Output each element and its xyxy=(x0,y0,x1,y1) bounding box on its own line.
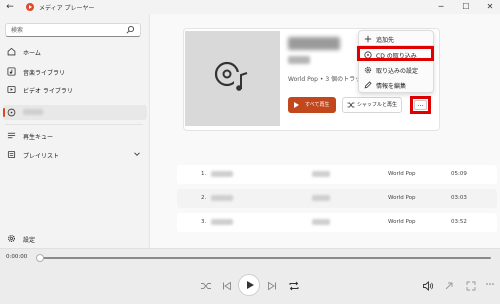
cd-icon xyxy=(7,108,16,117)
track-duration: 03:52 xyxy=(451,219,467,225)
mini-player-icon[interactable] xyxy=(443,280,455,292)
app-title: メディア プレーヤー xyxy=(39,5,95,12)
cd-music-icon xyxy=(214,61,248,91)
chevron-down-icon[interactable] xyxy=(133,150,141,158)
album-artist-redacted xyxy=(288,56,310,64)
minimize-button[interactable]: ─ xyxy=(434,1,448,13)
redacted-label xyxy=(23,109,43,115)
track-number: 3. xyxy=(201,219,207,225)
sidebar-item-label: ビデオ ライブラリ xyxy=(23,88,73,95)
back-arrow-icon[interactable]: ← xyxy=(4,1,16,13)
full-screen-icon[interactable] xyxy=(465,280,477,292)
volume-icon[interactable] xyxy=(422,280,434,292)
settings-label: 設定 xyxy=(23,237,36,244)
sidebar-item-cd[interactable] xyxy=(3,105,147,120)
pencil-icon xyxy=(364,81,372,89)
track-duration: 05:09 xyxy=(451,171,467,177)
track-artist-redacted xyxy=(312,171,330,177)
sidebar-item-label: ホーム xyxy=(23,50,41,57)
track-row[interactable]: 2. World Pop 03:03 xyxy=(177,189,497,208)
music-library-icon xyxy=(7,67,16,76)
album-meta: World Pop • 3 個のトラック xyxy=(288,76,362,83)
repeat-icon[interactable] xyxy=(288,280,300,292)
title-bar: ← メディア プレーヤー ─ ☐ ✕ xyxy=(0,0,500,14)
track-genre: World Pop xyxy=(388,195,416,201)
elapsed-time: 0:00:00 xyxy=(6,254,28,260)
track-title-redacted xyxy=(211,195,233,201)
selected-indicator xyxy=(3,108,5,117)
track-title-redacted xyxy=(211,219,233,225)
track-number: 2. xyxy=(201,195,207,201)
track-row[interactable]: 1. World Pop 05:09 xyxy=(177,165,497,184)
more-options-icon[interactable]: ⋯ xyxy=(484,279,496,291)
sidebar-item-home[interactable]: ホーム xyxy=(3,44,147,59)
search-icon[interactable] xyxy=(125,25,135,35)
gear-icon xyxy=(7,234,16,243)
sidebar-item-video-library[interactable]: ビデオ ライブラリ xyxy=(3,82,147,97)
gear-icon xyxy=(364,66,372,74)
sidebar-item-label: 再生キュー xyxy=(23,134,54,141)
track-number: 1. xyxy=(201,171,207,177)
context-menu: 追加先 CD の取り込み 取り込みの設定 情報を編集 xyxy=(358,30,435,93)
more-dots-icon: ... xyxy=(414,100,427,110)
play-queue-icon xyxy=(7,132,16,139)
track-duration: 03:03 xyxy=(451,195,467,201)
track-genre: World Pop xyxy=(388,171,416,177)
play-all-button[interactable]: すべて再生 xyxy=(288,97,336,113)
track-title-redacted xyxy=(211,171,233,177)
sidebar-item-label: 音楽ライブラリ xyxy=(23,70,66,77)
search-input[interactable] xyxy=(11,26,121,35)
menu-item-rip-settings[interactable]: 取り込みの設定 xyxy=(359,64,435,76)
playlist-icon xyxy=(7,150,16,159)
close-button[interactable]: ✕ xyxy=(483,1,497,13)
track-artist-redacted xyxy=(312,219,330,225)
maximize-button[interactable]: ☐ xyxy=(459,1,473,13)
sidebar-item-playlists[interactable]: プレイリスト xyxy=(3,147,147,162)
menu-item-add-to[interactable]: 追加先 xyxy=(359,33,435,45)
album-title-redacted xyxy=(288,37,340,50)
shuffle-and-play-button[interactable]: シャッフルと再生 xyxy=(342,97,402,113)
menu-item-edit-info[interactable]: 情報を編集 xyxy=(359,79,435,91)
more-options-button[interactable]: ... xyxy=(410,96,431,114)
play-icon xyxy=(247,281,254,289)
sidebar-item-music-library[interactable]: 音楽ライブラリ xyxy=(3,64,147,79)
play-icon xyxy=(294,102,299,108)
highlight-box xyxy=(357,46,434,61)
video-library-icon xyxy=(7,85,16,94)
next-track-icon[interactable] xyxy=(266,280,278,292)
play-button[interactable] xyxy=(238,274,260,296)
plus-icon xyxy=(364,35,372,43)
shuffle-icon[interactable] xyxy=(200,280,212,292)
track-genre: World Pop xyxy=(388,219,416,225)
seek-bar[interactable] xyxy=(39,257,491,259)
search-box[interactable] xyxy=(5,23,141,37)
sidebar-divider xyxy=(5,124,143,125)
previous-track-icon[interactable] xyxy=(221,280,233,292)
sidebar-item-settings[interactable]: 設定 xyxy=(3,231,147,246)
shuffle-icon xyxy=(347,102,355,108)
track-row[interactable]: 3. World Pop 03:52 xyxy=(177,213,497,232)
sidebar-item-play-queue[interactable]: 再生キュー xyxy=(3,128,147,143)
app-logo-icon xyxy=(26,3,34,11)
home-icon xyxy=(7,47,16,56)
seek-thumb[interactable] xyxy=(36,254,44,262)
album-art xyxy=(185,31,280,126)
sidebar-item-label: プレイリスト xyxy=(23,153,60,160)
track-artist-redacted xyxy=(312,195,330,201)
